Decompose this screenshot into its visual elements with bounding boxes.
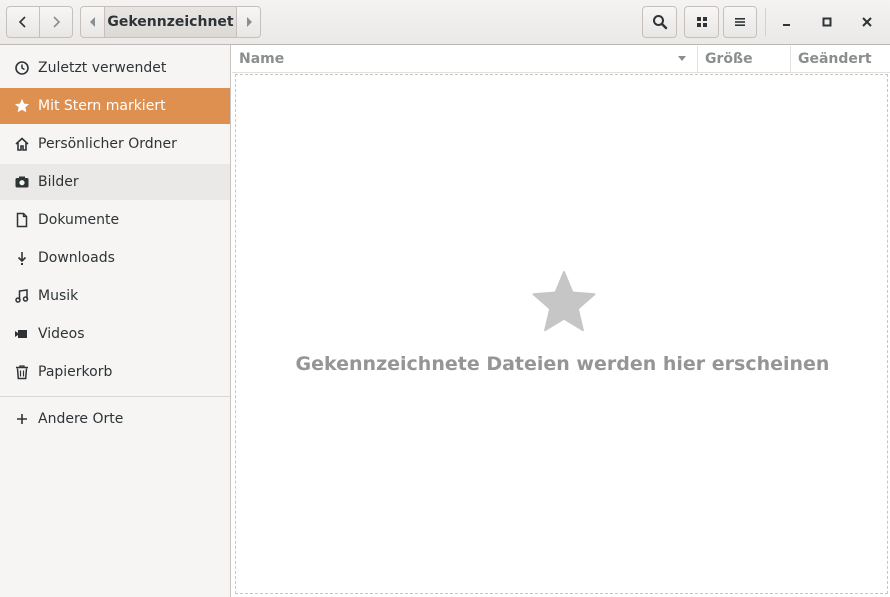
empty-state-message: Gekennzeichnete Dateien werden hier ersc… [295, 353, 830, 375]
sidebar-item-label: Downloads [38, 250, 115, 266]
sidebar-item-label: Andere Orte [38, 411, 124, 427]
close-icon [862, 17, 872, 27]
sidebar-item-label: Dokumente [38, 212, 120, 228]
breadcrumb-label: Gekennzeichnet [107, 14, 234, 30]
sidebar-item-music[interactable]: Musik [0, 278, 230, 314]
video-icon [14, 326, 30, 342]
header-separator [765, 8, 766, 36]
maximize-icon [822, 17, 832, 27]
clock-icon [14, 60, 30, 76]
sidebar-item-recent[interactable]: Zuletzt verwendet [0, 50, 230, 86]
menu-button[interactable] [723, 6, 757, 38]
sort-down-icon [678, 56, 686, 61]
sidebar-item-videos[interactable]: Videos [0, 316, 230, 352]
column-modified-label: Geändert [798, 51, 872, 67]
sidebar-item-home[interactable]: Persönlicher Ordner [0, 126, 230, 162]
music-icon [14, 288, 30, 304]
chevron-left-icon [18, 16, 26, 28]
breadcrumb-current[interactable]: Gekennzeichnet [104, 6, 237, 38]
path-scroll-left-button[interactable] [80, 6, 105, 38]
sidebar-item-documents[interactable]: Dokumente [0, 202, 230, 238]
column-size-label: Größe [705, 51, 753, 67]
back-button[interactable] [6, 6, 40, 38]
sidebar-item-label: Mit Stern markiert [38, 98, 166, 114]
column-size[interactable]: Größe [698, 46, 791, 72]
sidebar-item-label: Persönlicher Ordner [38, 136, 177, 152]
forward-button[interactable] [39, 6, 73, 38]
chevron-right-icon [53, 16, 61, 28]
sidebar-item-label: Musik [38, 288, 79, 304]
grid-view-button[interactable] [684, 6, 719, 38]
sidebar-separator [0, 396, 230, 397]
minimize-icon [783, 24, 790, 26]
sidebar-item-trash[interactable]: Papierkorb [0, 354, 230, 390]
maximize-button[interactable] [813, 8, 841, 36]
home-icon [14, 136, 30, 152]
column-modified[interactable]: Geändert [791, 46, 890, 72]
sidebar-item-label: Zuletzt verwendet [38, 60, 167, 76]
star-icon [532, 271, 596, 332]
sidebar: Zuletzt verwendet Mit Stern markiert Per… [0, 45, 231, 597]
sidebar-item-downloads[interactable]: Downloads [0, 240, 230, 276]
camera-icon [14, 174, 30, 190]
minimize-button[interactable] [773, 8, 801, 36]
sidebar-item-other-locations[interactable]: Andere Orte [0, 401, 230, 437]
trash-icon [14, 364, 30, 380]
sidebar-item-starred[interactable]: Mit Stern markiert [0, 88, 230, 124]
triangle-left-icon [89, 17, 95, 27]
search-button[interactable] [642, 6, 677, 38]
sidebar-item-pictures[interactable]: Bilder [0, 164, 230, 200]
column-name[interactable]: Name [232, 46, 698, 72]
star-icon [14, 98, 30, 114]
download-icon [14, 250, 30, 266]
triangle-right-icon [246, 17, 252, 27]
search-icon [652, 15, 667, 30]
path-scroll-right-button[interactable] [236, 6, 261, 38]
plus-icon [14, 411, 30, 427]
sidebar-item-label: Bilder [38, 174, 79, 190]
header-bar: Gekennzeichnet [0, 0, 890, 45]
column-name-label: Name [239, 51, 285, 67]
sidebar-item-label: Papierkorb [38, 364, 113, 380]
column-header: Name Größe Geändert [232, 46, 890, 73]
hamburger-icon [735, 18, 745, 26]
grid-icon [696, 17, 707, 27]
file-view[interactable]: Gekennzeichnete Dateien werden hier ersc… [235, 74, 888, 594]
document-icon [14, 212, 30, 228]
sidebar-item-label: Videos [38, 326, 85, 342]
close-button[interactable] [853, 8, 881, 36]
